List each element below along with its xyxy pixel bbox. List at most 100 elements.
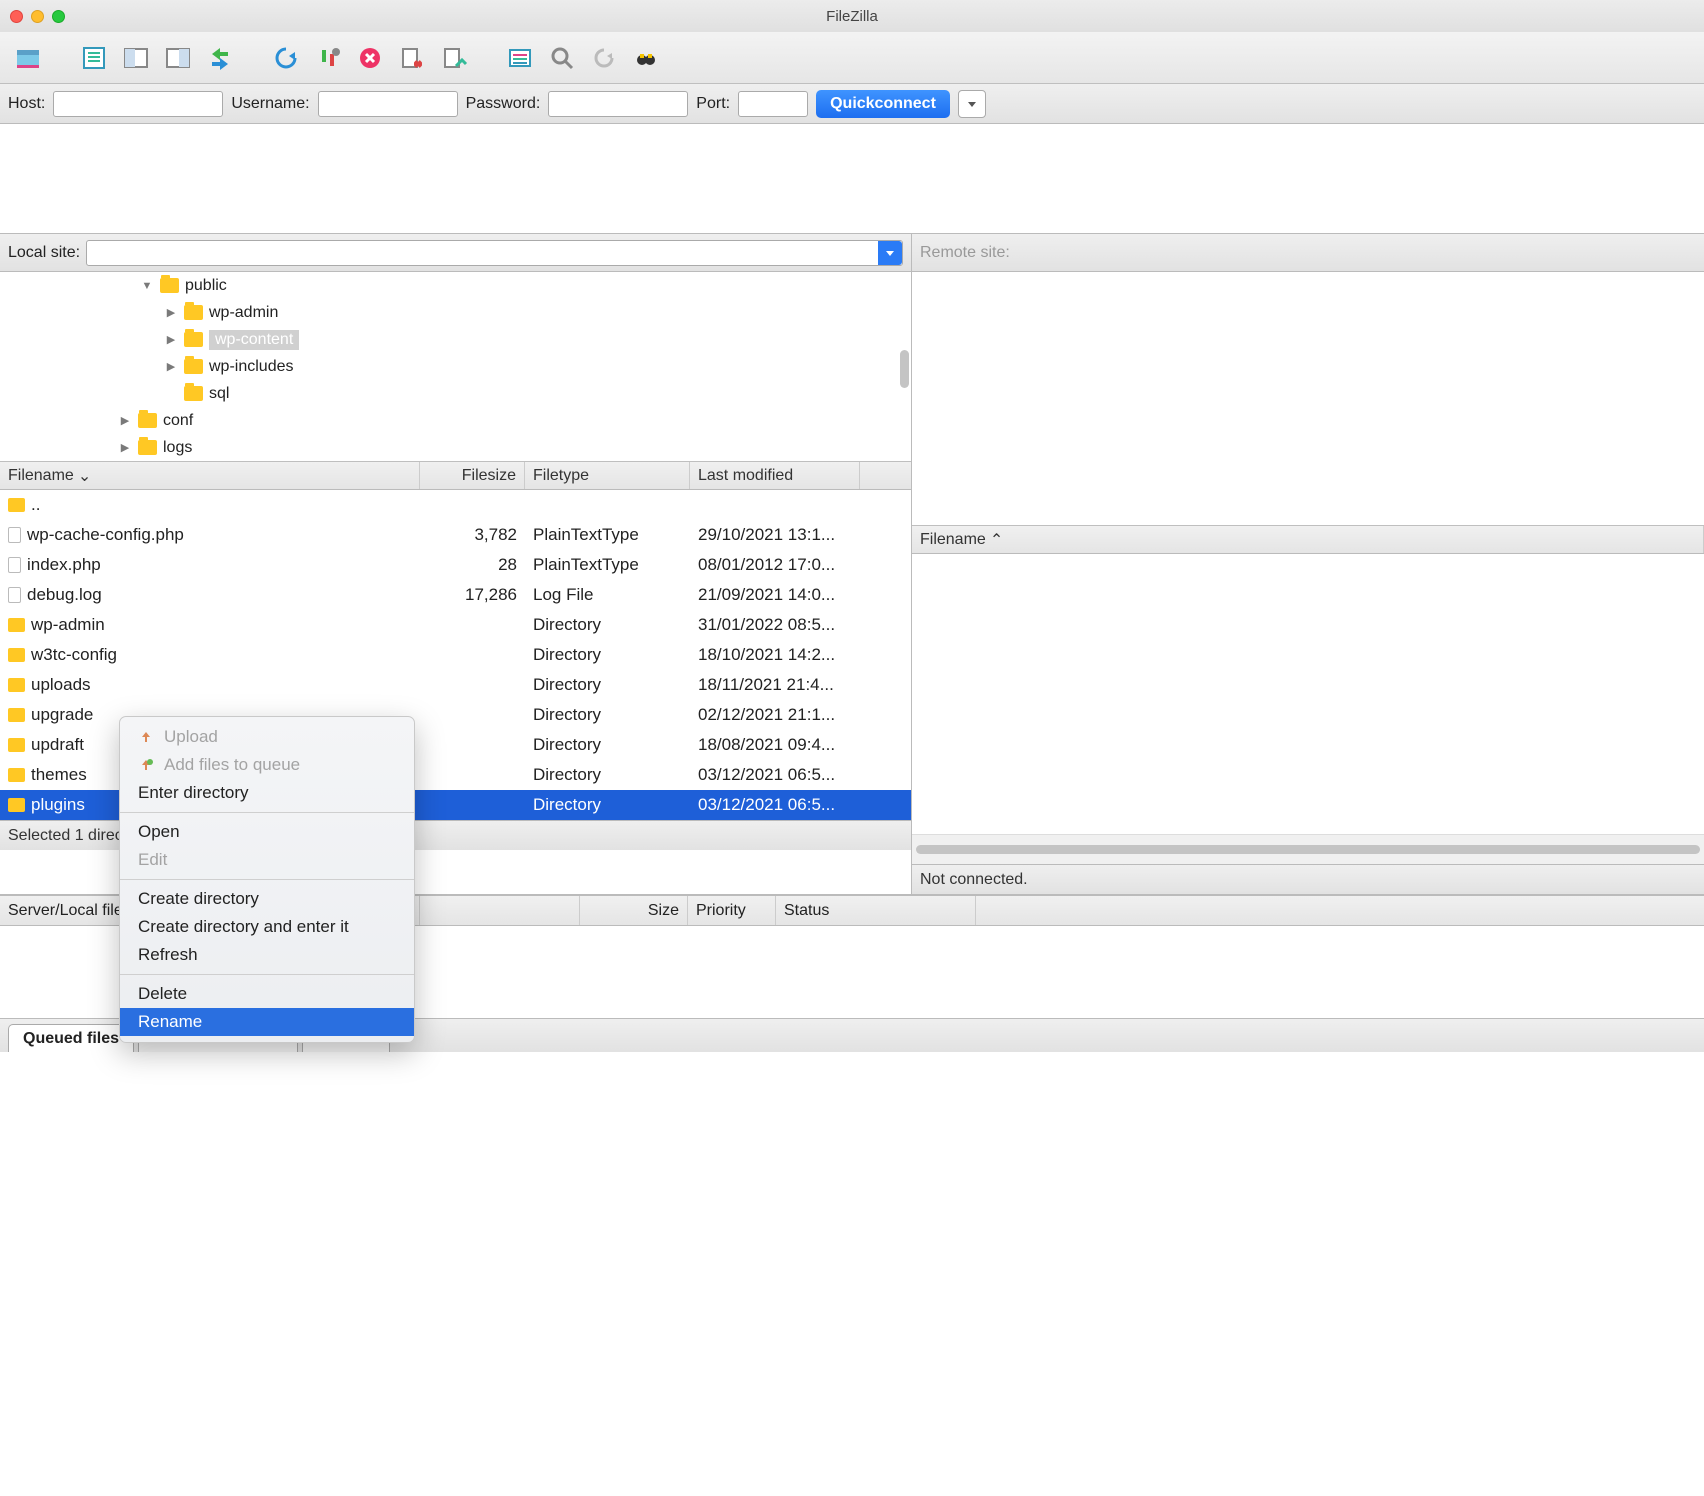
site-manager-button[interactable] bbox=[10, 40, 46, 76]
folder-icon bbox=[8, 618, 25, 632]
chevron-down-icon[interactable]: ▼ bbox=[140, 280, 154, 292]
refresh-button[interactable] bbox=[268, 40, 304, 76]
remote-file-list bbox=[912, 554, 1704, 834]
col-filesize[interactable]: Filesize bbox=[420, 462, 525, 489]
menu-item-open[interactable]: Open bbox=[120, 818, 414, 846]
file-row[interactable]: .. bbox=[0, 490, 911, 520]
file-name: debug.log bbox=[27, 585, 102, 605]
col-queue-size[interactable]: Size bbox=[580, 896, 688, 925]
col-modified[interactable]: Last modified bbox=[690, 462, 860, 489]
reconnect-button[interactable] bbox=[436, 40, 472, 76]
cancel-button[interactable] bbox=[352, 40, 388, 76]
message-log bbox=[0, 124, 1704, 234]
menu-item-rename[interactable]: Rename bbox=[120, 1008, 414, 1036]
col-priority[interactable]: Priority bbox=[688, 896, 776, 925]
quickconnect-history-button[interactable] bbox=[958, 90, 986, 118]
directory-compare-button[interactable] bbox=[544, 40, 580, 76]
chevron-right-icon[interactable]: ▶ bbox=[164, 333, 178, 346]
col-status[interactable]: Status bbox=[776, 896, 976, 925]
sync-browse-button[interactable] bbox=[586, 40, 622, 76]
tree-item[interactable]: ▶logs bbox=[0, 434, 911, 461]
toggle-remote-tree-button[interactable] bbox=[160, 40, 196, 76]
username-input[interactable] bbox=[318, 91, 458, 117]
port-label: Port: bbox=[696, 95, 730, 113]
toggle-queue-button[interactable] bbox=[202, 40, 238, 76]
remote-site-bar: Remote site: bbox=[912, 234, 1704, 272]
file-name: uploads bbox=[31, 675, 91, 695]
local-site-combo[interactable] bbox=[86, 240, 903, 266]
col-filename[interactable]: Filename⌄ bbox=[0, 462, 420, 489]
tree-label: wp-includes bbox=[209, 358, 293, 376]
menu-item-delete[interactable]: Delete bbox=[120, 980, 414, 1008]
tab-queued[interactable]: Queued files bbox=[8, 1024, 134, 1052]
host-input[interactable] bbox=[53, 91, 223, 117]
file-size: 28 bbox=[420, 555, 525, 575]
file-name: wp-admin bbox=[31, 615, 105, 635]
file-name: plugins bbox=[31, 795, 85, 815]
chevron-right-icon[interactable]: ▶ bbox=[118, 441, 132, 454]
tree-item[interactable]: ▶ conf bbox=[0, 407, 911, 434]
menu-item-create-directory[interactable]: Create directory bbox=[120, 885, 414, 913]
chevron-right-icon[interactable]: ▶ bbox=[118, 414, 132, 427]
quickconnect-bar: Host: Username: Password: Port: Quickcon… bbox=[0, 84, 1704, 124]
folder-icon bbox=[138, 440, 157, 455]
tree-item[interactable]: ▶ wp-content bbox=[0, 326, 911, 353]
menu-label: Open bbox=[138, 822, 180, 842]
menu-label: Rename bbox=[138, 1012, 202, 1032]
file-modified: 18/11/2021 21:4... bbox=[690, 675, 860, 695]
file-type: PlainTextType bbox=[525, 525, 690, 545]
toggle-local-tree-button[interactable] bbox=[118, 40, 154, 76]
disconnect-button[interactable] bbox=[394, 40, 430, 76]
file-type: Directory bbox=[525, 645, 690, 665]
col-remote-filename[interactable]: Filename⌃ bbox=[912, 526, 1704, 553]
file-row[interactable]: index.php28PlainTextType08/01/2012 17:0.… bbox=[0, 550, 911, 580]
add-queue-icon bbox=[138, 758, 154, 772]
col-filetype[interactable]: Filetype bbox=[525, 462, 690, 489]
remote-tree bbox=[912, 272, 1704, 526]
tree-label: wp-content bbox=[209, 330, 299, 350]
file-name: index.php bbox=[27, 555, 101, 575]
tree-label: conf bbox=[163, 412, 193, 430]
file-row[interactable]: w3tc-configDirectory18/10/2021 14:2... bbox=[0, 640, 911, 670]
file-row[interactable]: debug.log17,286Log File21/09/2021 14:0..… bbox=[0, 580, 911, 610]
chevron-down-icon[interactable] bbox=[878, 241, 902, 265]
port-input[interactable] bbox=[738, 91, 808, 117]
folder-icon bbox=[8, 648, 25, 662]
folder-icon bbox=[184, 386, 203, 401]
file-type: Directory bbox=[525, 795, 690, 815]
tree-item[interactable]: sql bbox=[0, 380, 911, 407]
chevron-right-icon[interactable]: ▶ bbox=[164, 360, 178, 373]
remote-scrollbar[interactable] bbox=[912, 834, 1704, 864]
folder-icon bbox=[184, 305, 203, 320]
file-type: PlainTextType bbox=[525, 555, 690, 575]
password-input[interactable] bbox=[548, 91, 688, 117]
file-row[interactable]: wp-adminDirectory31/01/2022 08:5... bbox=[0, 610, 911, 640]
process-queue-button[interactable] bbox=[310, 40, 346, 76]
search-button[interactable] bbox=[628, 40, 664, 76]
sort-asc-icon: ⌃ bbox=[990, 530, 1003, 550]
menu-item-enter-directory[interactable]: Enter directory bbox=[120, 779, 414, 807]
menu-item-refresh[interactable]: Refresh bbox=[120, 941, 414, 969]
remote-site-combo[interactable] bbox=[1016, 240, 1696, 266]
toggle-log-button[interactable] bbox=[76, 40, 112, 76]
remote-site-input[interactable] bbox=[1016, 240, 1696, 266]
chevron-right-icon[interactable]: ▶ bbox=[164, 306, 178, 319]
file-row[interactable]: uploadsDirectory18/11/2021 21:4... bbox=[0, 670, 911, 700]
folder-icon bbox=[8, 498, 25, 512]
folder-icon bbox=[8, 678, 25, 692]
password-label: Password: bbox=[466, 95, 541, 113]
file-row[interactable]: wp-cache-config.php3,782PlainTextType29/… bbox=[0, 520, 911, 550]
file-modified: 29/10/2021 13:1... bbox=[690, 525, 860, 545]
filter-button[interactable] bbox=[502, 40, 538, 76]
folder-icon bbox=[8, 798, 25, 812]
scrollbar-thumb[interactable] bbox=[900, 350, 909, 388]
menu-item-create-directory-and-enter-it[interactable]: Create directory and enter it bbox=[120, 913, 414, 941]
tree-item[interactable]: ▶wp-admin bbox=[0, 299, 911, 326]
local-site-input[interactable] bbox=[87, 241, 878, 265]
file-modified: 21/09/2021 14:0... bbox=[690, 585, 860, 605]
menu-label: Upload bbox=[164, 727, 218, 747]
quickconnect-button[interactable]: Quickconnect bbox=[816, 90, 950, 118]
tree-item[interactable]: ▼public bbox=[0, 272, 911, 299]
local-tree[interactable]: ▼public▶wp-admin▶wp-content▶wp-includess… bbox=[0, 272, 911, 462]
tree-item[interactable]: ▶ wp-includes bbox=[0, 353, 911, 380]
